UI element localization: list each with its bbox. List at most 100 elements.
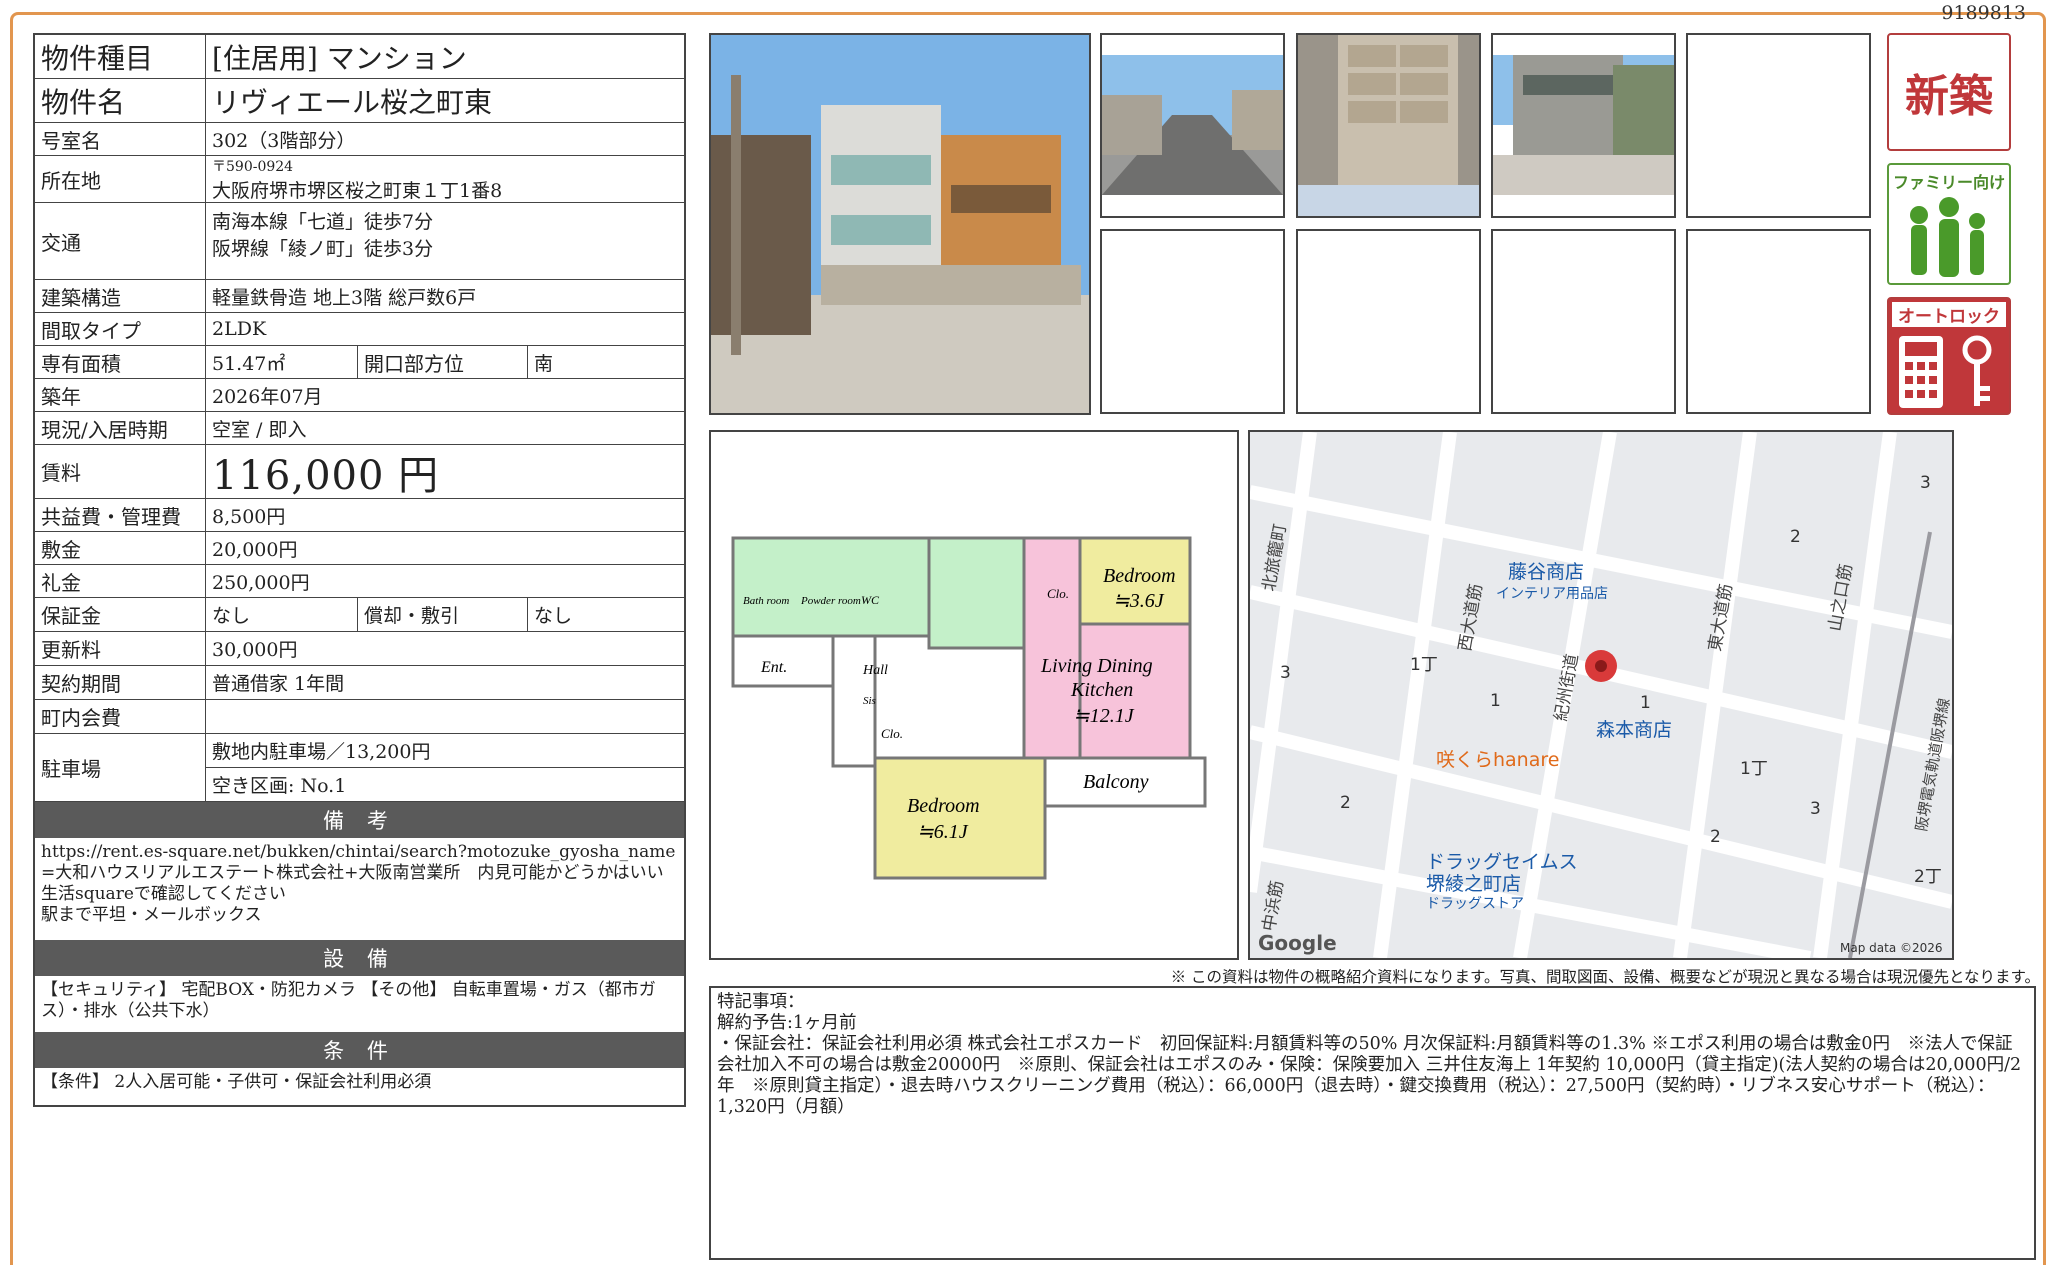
- map-drug2: 堺綾之町店: [1426, 873, 1521, 895]
- row-parking: 駐車場 敷地内駐車場／13,200円 空き区画: No.1: [35, 734, 684, 802]
- row-structure: 建築構造 軽量鉄骨造 地上3階 総戸数6戸: [35, 280, 684, 313]
- fp-clo2: Clo.: [881, 726, 903, 741]
- row-rent: 賃料 116,000 円: [35, 445, 684, 499]
- value-address: 大阪府堺市堺区桜之町東１丁1番8: [212, 179, 503, 202]
- photo-slot-9: [1686, 229, 1871, 414]
- fp-wc: WC: [861, 593, 880, 607]
- special-title: 特記事項：: [717, 992, 805, 1012]
- label-layout: 間取タイプ: [35, 313, 206, 345]
- photo-slot-8: [1491, 229, 1676, 414]
- label-amortization: 償却・敷引: [358, 598, 528, 631]
- value-fee: 8,500円: [212, 505, 286, 528]
- value-built: 2026年07月: [212, 385, 323, 408]
- map-shop2: 森本商店: [1596, 719, 1672, 741]
- value-type: [住居用] マンション: [212, 41, 467, 75]
- fp-bedroom2-size: ≒6.1J: [917, 821, 969, 843]
- fp-powder: Powder room: [800, 595, 861, 607]
- zip-code: 〒590-0924: [212, 158, 294, 175]
- fp-ldk1: Living Dining: [1040, 655, 1153, 677]
- floorplan-drawing: Bedroom ≒3.6J Living Dining Kitchen ≒12.…: [731, 536, 1207, 880]
- map-num-10: 2: [1710, 827, 1721, 847]
- equipment-header: 設 備: [35, 940, 684, 976]
- label-key-money: 礼金: [35, 565, 206, 597]
- map-cafe: 咲くらhanare: [1436, 749, 1559, 771]
- value-status: 空室 / 即入: [212, 418, 307, 441]
- row-built: 築年 2026年07月: [35, 379, 684, 412]
- map-drawing: 藤谷商店 インテリア用品店 森本商店 咲くらhanare ドラッグセイムス 堺綾…: [1250, 432, 1952, 958]
- row-renewal: 更新料 30,000円: [35, 632, 684, 666]
- map-num-5: 1: [1640, 693, 1651, 713]
- value-renewal: 30,000円: [212, 639, 298, 661]
- label-type: 物件種目: [35, 35, 206, 78]
- label-contract: 契約期間: [35, 666, 206, 699]
- fp-bedroom1-size: ≒3.6J: [1113, 590, 1165, 612]
- family-label: ファミリー向け: [1892, 173, 2005, 192]
- remarks-text-2: 駅まで平坦・メールボックス: [41, 905, 262, 925]
- value-parking-1: 敷地内駐車場／13,200円: [206, 734, 684, 768]
- value-town-fee: [206, 700, 684, 733]
- transport-line2: 阪堺線「綾ノ町」徒歩3分: [212, 238, 434, 260]
- entrance-photo-image: [1493, 35, 1674, 216]
- label-status: 現況/入居時期: [35, 412, 206, 444]
- new-build-badge: 新築: [1887, 33, 2011, 151]
- value-guarantee: なし: [206, 598, 358, 631]
- row-address: 所在地 〒590-0924 大阪府堺市堺区桜之町東１丁1番8: [35, 156, 684, 203]
- value-key-money: 250,000円: [212, 571, 310, 594]
- map-num-9: 3: [1810, 799, 1821, 819]
- value-direction: 南: [534, 352, 554, 375]
- fp-sis: Sis: [863, 695, 876, 707]
- label-parking: 駐車場: [35, 734, 206, 801]
- building-photo-image: [711, 35, 1089, 413]
- value-amortization: なし: [534, 605, 573, 627]
- label-direction: 開口部方位: [358, 346, 528, 378]
- fp-hall: Hall: [862, 663, 888, 678]
- fp-balcony: Balcony: [1083, 771, 1149, 793]
- value-area: 51.47㎡: [206, 346, 358, 378]
- map-num-11: 2丁: [1914, 867, 1942, 887]
- floorplan: Bedroom ≒3.6J Living Dining Kitchen ≒12.…: [709, 430, 1239, 960]
- fp-bath: Bath room: [743, 595, 789, 607]
- map-num-3: 1丁: [1410, 655, 1438, 675]
- lock-key-icon: [1899, 335, 1992, 408]
- photo-slot-6: [1100, 229, 1285, 414]
- fp-ent: Ent.: [760, 659, 787, 676]
- label-guarantee: 保証金: [35, 598, 206, 631]
- remarks-text-1: https://rent.es-square.net/bukken/chinta…: [41, 842, 676, 904]
- label-renewal: 更新料: [35, 632, 206, 665]
- map-num-1: 3: [1920, 473, 1931, 493]
- row-key-money: 礼金 250,000円: [35, 565, 684, 598]
- row-deposit: 敷金 20,000円: [35, 532, 684, 565]
- autolock-badge: オートロック: [1887, 297, 2011, 415]
- label-area: 専有面積: [35, 346, 206, 378]
- map-drug: ドラッグセイムス: [1426, 851, 1578, 873]
- disclaimer: ※ この資料は物件の概略紹介資料になります。写真、間取図面、設備、概要などが現況…: [1170, 968, 2040, 986]
- special-line-2: ・保証会社：保証会社利用必須 株式会社エポスカード 初回保証料:月額賃料等の50…: [717, 1034, 2022, 1117]
- equipment-body: 【セキュリティ】 宅配BOX・防犯カメラ 【その他】 自転車置場・ガス（都市ガス…: [41, 980, 656, 1021]
- value-room: 302（3階部分）: [212, 129, 356, 152]
- label-rent: 賃料: [35, 445, 206, 498]
- mailbox-photo: [1296, 33, 1481, 218]
- map-shop1: 藤谷商店: [1508, 561, 1584, 583]
- row-town-fee: 町内会費: [35, 700, 684, 734]
- label-deposit: 敷金: [35, 532, 206, 564]
- map-shop1-sub: インテリア用品店: [1496, 586, 1608, 602]
- map-credit: Map data ©2026: [1840, 941, 1943, 955]
- street-photo: [1100, 33, 1285, 218]
- mailbox-photo-image: [1298, 35, 1479, 216]
- label-structure: 建築構造: [35, 280, 206, 312]
- label-fee: 共益費・管理費: [35, 499, 206, 531]
- conditions-body: 【条件】 2人入居可能・子供可・保証会社利用必須: [41, 1072, 432, 1092]
- row-contract: 契約期間 普通借家 1年間: [35, 666, 684, 700]
- map-num-6: 3: [1280, 663, 1291, 683]
- fp-ldk2: Kitchen: [1070, 679, 1133, 701]
- label-address: 所在地: [35, 156, 206, 202]
- label-transport: 交通: [35, 203, 206, 279]
- special-line-1: 解約予告:1ヶ月前: [717, 1013, 857, 1033]
- transport-line1: 南海本線「七道」徒歩7分: [212, 211, 434, 233]
- label-town-fee: 町内会費: [35, 700, 206, 733]
- map-num-4: 1: [1490, 691, 1501, 711]
- label-name: 物件名: [35, 79, 206, 122]
- entrance-photo: [1491, 33, 1676, 218]
- fp-ldk-size: ≒12.1J: [1073, 705, 1135, 727]
- row-guarantee: 保証金 なし 償却・敷引 なし: [35, 598, 684, 632]
